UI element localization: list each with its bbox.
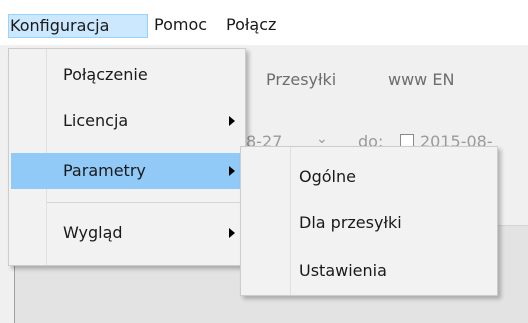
menu-item-label: Parametry	[63, 161, 146, 180]
menu-item-label: Ustawienia	[299, 261, 387, 280]
menu-item-label: Wygląd	[63, 223, 123, 242]
tab-przesylki[interactable]: Przesyłki	[266, 70, 336, 94]
menu-item-label: Licencja	[63, 111, 129, 130]
submenu-arrow-icon	[229, 166, 235, 176]
submenu-item-dla-przesylki[interactable]: Dla przesyłki	[243, 205, 495, 241]
submenu-item-ogolne[interactable]: Ogólne	[243, 159, 495, 195]
menu-item-label: Dla przesyłki	[299, 213, 402, 232]
submenu-arrow-icon	[229, 228, 235, 238]
menu-item-label: Ogólne	[299, 167, 356, 186]
menu-konfiguracja[interactable]: Konfiguracja	[8, 14, 148, 38]
submenu-item-ustawienia[interactable]: Ustawienia	[243, 253, 495, 289]
konfiguracja-menu: Połączenie Licencja Parametry Wygląd	[8, 48, 246, 266]
menu-item-wyglad[interactable]: Wygląd	[11, 215, 243, 251]
menu-bar: Konfiguracja Pomoc Połącz	[0, 0, 528, 46]
menu-item-label: Połączenie	[63, 65, 148, 84]
tab-www-en[interactable]: www EN	[388, 70, 454, 94]
menu-polacz[interactable]: Połącz	[226, 14, 276, 38]
menu-separator	[47, 202, 241, 203]
submenu-arrow-icon	[229, 116, 235, 126]
menu-item-polaczenie[interactable]: Połączenie	[11, 57, 243, 93]
menu-pomoc[interactable]: Pomoc	[154, 14, 207, 38]
chevron-down-icon[interactable]: ⌄	[316, 131, 328, 147]
parametry-submenu: Ogólne Dla przesyłki Ustawienia	[240, 146, 498, 296]
menu-item-licencja[interactable]: Licencja	[11, 103, 243, 139]
menu-item-parametry[interactable]: Parametry	[11, 153, 243, 189]
